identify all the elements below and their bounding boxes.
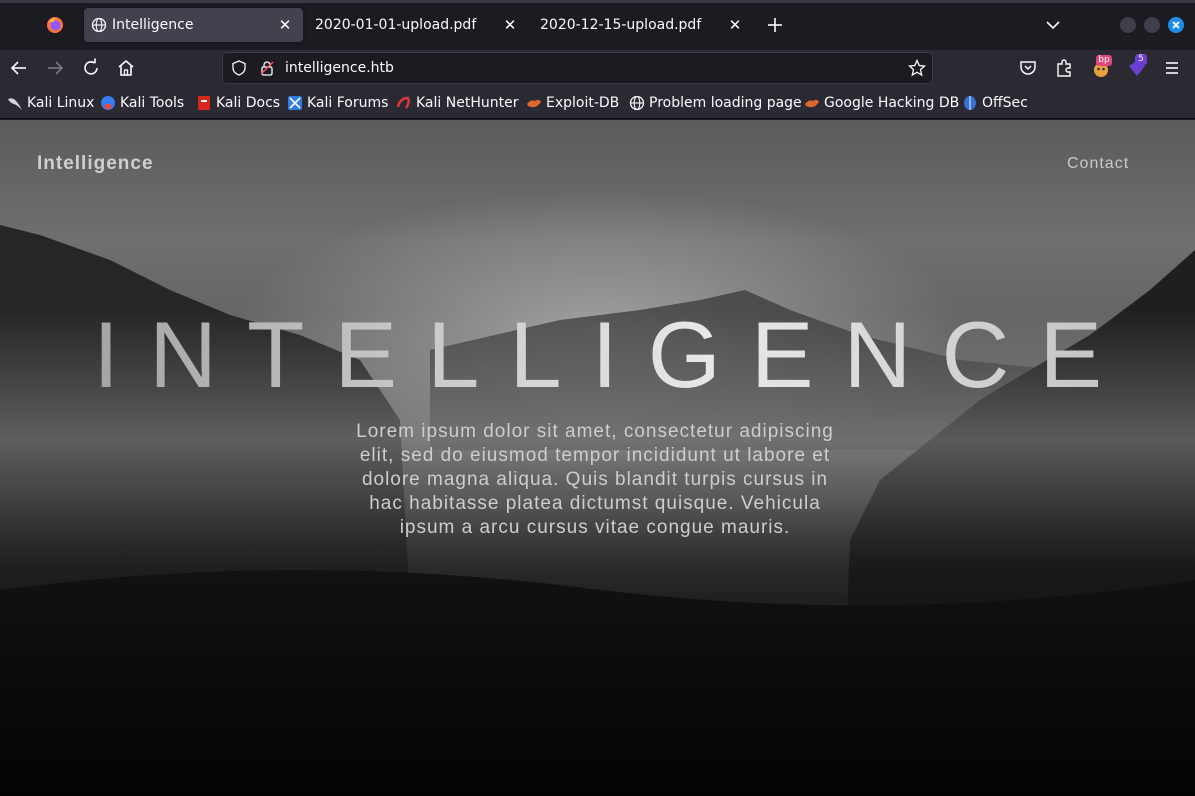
menu-icon[interactable] — [1161, 57, 1183, 79]
firefox-icon[interactable] — [46, 16, 64, 34]
tab-strip-edge — [0, 0, 1195, 3]
home-icon[interactable] — [115, 57, 137, 79]
kali-tools-icon — [101, 96, 115, 110]
bookmark-label: Exploit-DB — [546, 95, 620, 111]
tab-intelligence[interactable]: Intelligence ✕ — [84, 8, 303, 42]
tab-upload-2020-12-15[interactable]: 2020-12-15-upload.pdf ✕ — [534, 8, 753, 42]
bookmark-kali-forums[interactable]: Kali Forums — [287, 94, 388, 112]
back-icon[interactable] — [8, 57, 30, 79]
bookmark-label: Google Hacking DB — [824, 95, 960, 111]
minimize-button[interactable] — [1120, 17, 1136, 33]
pocket-icon[interactable] — [1017, 57, 1039, 79]
extensions-puzzle-icon[interactable] — [1053, 57, 1075, 79]
hero-lead-text: Lorem ipsum dolor sit amet, consectetur … — [356, 421, 834, 538]
globe-icon — [91, 17, 107, 33]
tab-title: 2020-01-01-upload.pdf — [315, 17, 477, 33]
tab-upload-2020-01-01[interactable]: 2020-01-01-upload.pdf ✕ — [309, 8, 528, 42]
maximize-button[interactable] — [1144, 17, 1160, 33]
burp-badge: bp — [1096, 55, 1112, 66]
counter-extension-button[interactable]: 5 — [1126, 54, 1148, 79]
globe-icon — [629, 95, 645, 111]
tab-close-icon[interactable]: ✕ — [500, 15, 520, 35]
hero-title: INTELLIGENCE — [0, 300, 1195, 410]
url-text[interactable]: intelligence.htb — [285, 60, 394, 76]
nav-contact-link[interactable]: Contact — [1067, 155, 1129, 173]
tab-close-icon[interactable]: ✕ — [275, 15, 295, 35]
bookmark-kali-docs[interactable]: Kali Docs — [196, 94, 280, 112]
close-window-button[interactable] — [1168, 17, 1184, 33]
bookmark-exploit-db[interactable]: Exploit-DB — [526, 94, 619, 112]
kali-docs-icon — [198, 96, 210, 110]
exploit-db-icon — [527, 99, 541, 108]
offsec-icon — [964, 96, 976, 110]
bookmark-offsec[interactable]: OffSec — [962, 94, 1028, 112]
site-brand[interactable]: Intelligence — [37, 153, 154, 175]
close-icon — [1172, 21, 1180, 29]
tab-title: Intelligence — [112, 17, 194, 33]
new-tab-icon[interactable] — [764, 14, 786, 36]
counter-badge: 5 — [1135, 54, 1147, 65]
address-bar[interactable]: intelligence.htb — [222, 52, 933, 84]
tab-title: 2020-12-15-upload.pdf — [540, 17, 702, 33]
tab-strip: Intelligence ✕ 2020-01-01-upload.pdf ✕ 2… — [0, 0, 1195, 50]
page-viewport: Intelligence Contact INTELLIGENCE Lorem … — [0, 120, 1195, 796]
bookmark-label: OffSec — [982, 95, 1028, 111]
reload-icon[interactable] — [80, 57, 102, 79]
kali-dragon-icon — [8, 98, 22, 110]
bookmark-label: Kali NetHunter — [416, 95, 519, 111]
kali-forums-icon — [288, 96, 302, 110]
bookmark-label: Kali Tools — [120, 95, 185, 111]
nethunter-icon — [396, 96, 410, 109]
chevron-down-icon[interactable] — [1044, 16, 1062, 34]
bookmark-problem-loading-page[interactable]: Problem loading page — [629, 94, 802, 112]
bookmarks-toolbar: Kali Linux Kali Tools Kali Docs Kali For… — [0, 86, 1195, 119]
shield-icon[interactable] — [231, 60, 247, 76]
bookmark-kali-nethunter[interactable]: Kali NetHunter — [396, 94, 518, 112]
tab-close-icon[interactable]: ✕ — [725, 15, 745, 35]
bookmark-label: Problem loading page — [649, 95, 802, 111]
ghdb-icon — [805, 99, 819, 108]
bookmark-label: Kali Docs — [216, 95, 281, 111]
insecure-lock-icon[interactable] — [259, 60, 275, 76]
bookmark-star-icon[interactable] — [908, 59, 926, 77]
burp-extension-button[interactable]: bp — [1090, 55, 1112, 79]
navigation-toolbar: intelligence.htb bp 5 — [0, 50, 1195, 86]
bookmark-kali-tools[interactable]: Kali Tools — [100, 94, 184, 112]
bookmark-kali-linux[interactable]: Kali Linux — [7, 94, 94, 112]
forward-icon[interactable] — [44, 57, 66, 79]
bookmark-google-hacking-db[interactable]: Google Hacking DB — [804, 94, 959, 112]
bookmark-label: Kali Linux — [27, 95, 95, 111]
bookmark-label: Kali Forums — [307, 95, 389, 111]
